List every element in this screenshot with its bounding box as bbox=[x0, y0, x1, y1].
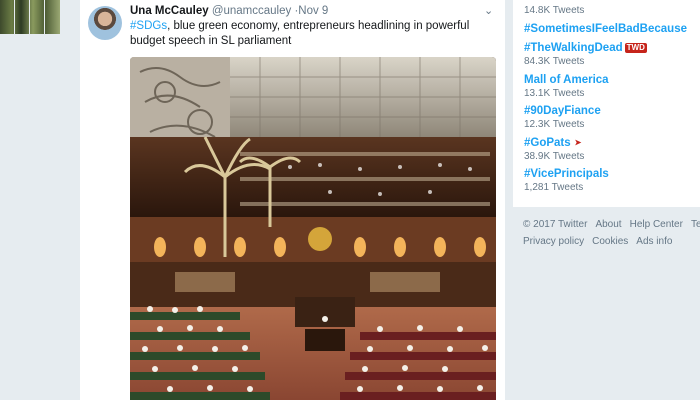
trend-name-text[interactable]: #TheWalkingDead bbox=[524, 42, 623, 54]
trend-tweet-count: 1,281 Tweets bbox=[524, 182, 584, 193]
trend-item[interactable]: #90DayFiance 12.3K Tweets bbox=[524, 105, 601, 130]
tweet-photo[interactable] bbox=[130, 57, 496, 400]
footer-link-ads-info[interactable]: Ads info bbox=[636, 236, 672, 247]
copyright-text: © 2017 Twitter bbox=[523, 219, 588, 230]
the-walking-dead-emoji-icon: TWD bbox=[624, 43, 647, 53]
trend-item[interactable]: #GoPats ➤ 38.9K Tweets bbox=[524, 137, 584, 162]
trend-tweet-count: 13.1K Tweets bbox=[524, 88, 585, 99]
trend-name[interactable]: #SometimesIFeelBadBecause bbox=[524, 23, 687, 35]
patriots-logo-icon: ➤ bbox=[574, 138, 582, 147]
trend-item[interactable]: 14.8K Tweets bbox=[524, 3, 584, 16]
trend-name[interactable]: #TheWalkingDead TWD bbox=[524, 42, 647, 54]
hashtag-link[interactable]: #SDGs bbox=[130, 20, 167, 32]
tweet-timestamp[interactable]: ·Nov 9 bbox=[294, 5, 328, 17]
trend-item[interactable]: #SometimesIFeelBadBecause bbox=[524, 23, 687, 35]
trend-item[interactable]: #TheWalkingDead TWD 84.3K Tweets bbox=[524, 42, 647, 67]
footer-link-help-center[interactable]: Help Center bbox=[630, 219, 683, 230]
trend-tweet-count: 38.9K Tweets bbox=[524, 151, 585, 162]
trends-panel: 14.8K Tweets #SometimesIFeelBadBecause #… bbox=[513, 0, 700, 207]
trend-name[interactable]: #VicePrincipals bbox=[524, 168, 609, 180]
trend-tweet-count: 84.3K Tweets bbox=[524, 56, 585, 67]
trend-name[interactable]: #90DayFiance bbox=[524, 105, 601, 117]
tweet-text: #SDGs, blue green economy, entrepreneurs… bbox=[130, 19, 490, 49]
footer-link-terms[interactable]: Terms bbox=[691, 219, 700, 230]
chevron-down-icon[interactable]: ⌄ bbox=[484, 4, 493, 17]
trend-name[interactable]: #GoPats ➤ bbox=[524, 137, 584, 149]
avatar[interactable] bbox=[88, 6, 122, 40]
trend-name[interactable]: Mall of America bbox=[524, 74, 609, 86]
parliament-chamber-photo bbox=[130, 57, 496, 400]
trend-tweet-count: 12.3K Tweets bbox=[524, 119, 585, 130]
footer-link-privacy[interactable]: Privacy policy bbox=[523, 236, 584, 247]
trend-item[interactable]: Mall of America 13.1K Tweets bbox=[524, 74, 609, 99]
left-rail bbox=[0, 0, 80, 400]
tweet-author-name[interactable]: Una McCauley bbox=[130, 5, 209, 17]
footer-link-cookies[interactable]: Cookies bbox=[592, 236, 628, 247]
tweet-body: , blue green economy, entrepreneurs head… bbox=[130, 20, 470, 47]
trend-tweet-count: 14.8K Tweets bbox=[524, 5, 585, 16]
footer-links: © 2017 Twitter About Help Center Terms Priv… bbox=[523, 216, 700, 250]
tweet-author-handle[interactable]: @unamccauley bbox=[212, 5, 291, 17]
tweet-card[interactable]: Una McCauley @unamccauley ·Nov 9 ⌄ #SDGs… bbox=[80, 0, 505, 400]
trend-name-text[interactable]: #GoPats bbox=[524, 137, 571, 149]
tweet-header: Una McCauley @unamccauley ·Nov 9 bbox=[130, 5, 328, 17]
trend-item[interactable]: #VicePrincipals 1,281 Tweets bbox=[524, 168, 609, 193]
footer-link-about[interactable]: About bbox=[595, 219, 621, 230]
media-thumbnails[interactable] bbox=[0, 0, 60, 34]
